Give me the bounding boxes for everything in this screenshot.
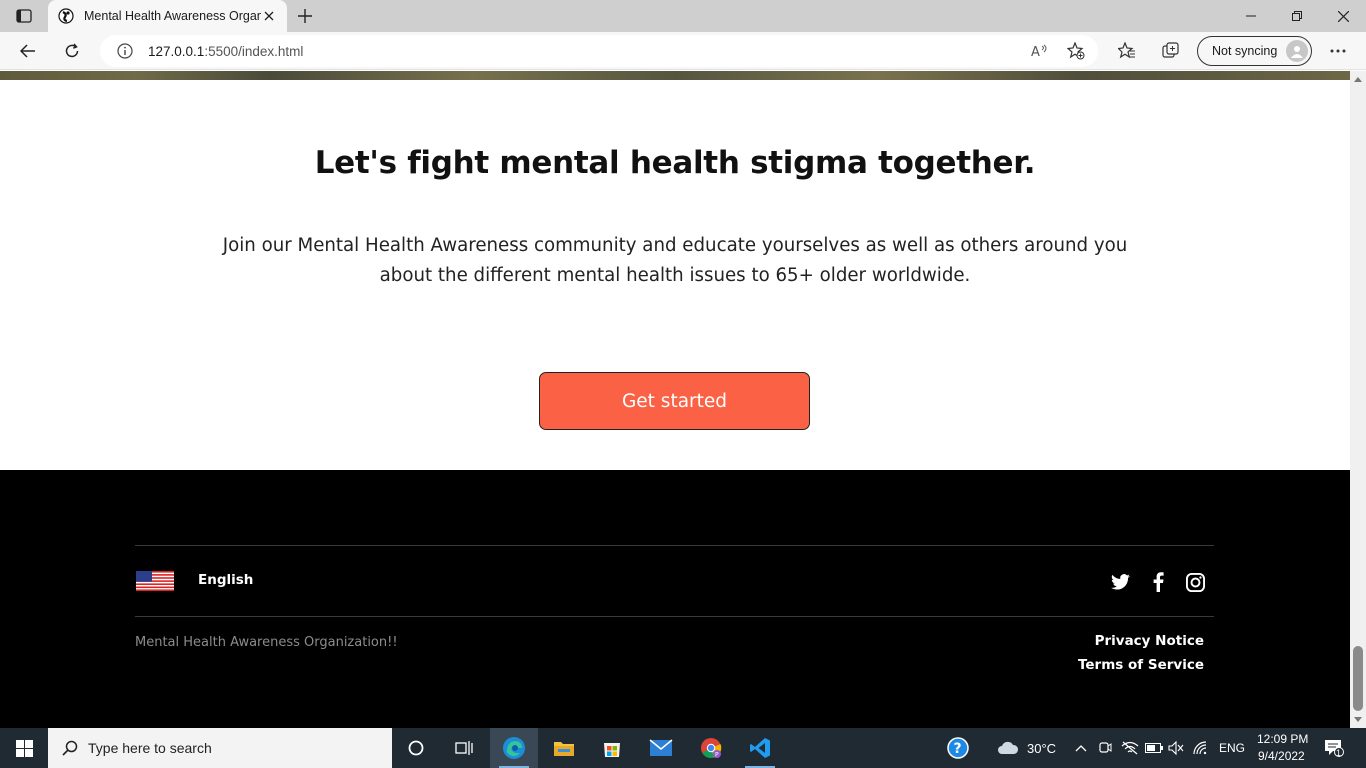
page-scrollbar[interactable]: [1350, 71, 1366, 728]
windows-start-icon[interactable]: [0, 728, 48, 768]
terms-of-service-link[interactable]: Terms of Service: [1078, 657, 1204, 673]
organization-name: Mental Health Awareness Organization!!: [135, 635, 398, 650]
task-view-icon[interactable]: [440, 728, 488, 768]
favorites-icon[interactable]: [1117, 41, 1137, 61]
weather-cloud-icon[interactable]: [997, 740, 1019, 756]
mail-icon[interactable]: [637, 728, 685, 768]
svg-text:P: P: [715, 752, 719, 759]
scroll-down-icon[interactable]: [1354, 716, 1362, 724]
site-info-icon[interactable]: [116, 42, 134, 60]
notification-count: 1: [1336, 748, 1342, 758]
battery-icon[interactable]: [1145, 740, 1163, 756]
url-text: 127.0.0.1:5500/index.html: [148, 44, 303, 59]
meet-now-icon[interactable]: [1097, 740, 1113, 756]
site-footer: English Mental Health Awareness Organiza…: [0, 470, 1350, 728]
add-favorite-icon[interactable]: [1066, 41, 1086, 61]
browser-nav-bar: 127.0.0.1:5500/index.html A Not syncing: [0, 32, 1366, 70]
footer-divider: [135, 545, 1214, 546]
hero-image-edge: [0, 71, 1350, 80]
cta-heading: Let's fight mental health stigma togethe…: [314, 145, 1036, 181]
url-host: 127.0.0.1: [148, 43, 205, 59]
microsoft-store-icon[interactable]: [588, 728, 636, 768]
footer-divider: [135, 616, 1214, 617]
tab-actions-icon[interactable]: [10, 6, 38, 26]
chrome-icon[interactable]: P: [687, 728, 735, 768]
svg-text:A: A: [1031, 45, 1040, 59]
scroll-up-icon[interactable]: [1354, 75, 1362, 83]
facebook-icon[interactable]: [1147, 571, 1169, 593]
wifi-icon[interactable]: [1193, 740, 1209, 756]
search-icon: [62, 740, 78, 756]
close-window-icon[interactable]: [1320, 0, 1366, 32]
taskbar-search-box[interactable]: Type here to search: [48, 728, 392, 768]
profile-sync-button[interactable]: Not syncing: [1197, 36, 1312, 66]
weather-temperature[interactable]: 30°C: [1027, 741, 1056, 756]
more-menu-icon[interactable]: [1328, 41, 1348, 61]
volume-muted-icon[interactable]: [1168, 740, 1184, 756]
input-language-indicator[interactable]: ENG: [1219, 741, 1245, 755]
sync-status-label: Not syncing: [1212, 44, 1278, 58]
network-disconnected-icon[interactable]: [1121, 740, 1139, 756]
clock-time[interactable]: 12:09 PM: [1257, 732, 1308, 746]
back-icon[interactable]: [14, 37, 42, 65]
twitter-icon[interactable]: [1109, 571, 1131, 593]
browser-tab[interactable]: Mental Health Awareness Organ: [48, 0, 287, 32]
privacy-notice-link[interactable]: Privacy Notice: [1095, 633, 1204, 649]
collections-icon[interactable]: [1161, 41, 1181, 61]
address-bar[interactable]: 127.0.0.1:5500/index.html A: [100, 35, 1098, 67]
clock-date[interactable]: 9/4/2022: [1258, 749, 1305, 763]
edge-taskbar-icon[interactable]: [490, 728, 538, 768]
chevron-up-icon[interactable]: [1073, 740, 1089, 756]
taskbar-search-placeholder: Type here to search: [88, 740, 212, 756]
cortana-icon[interactable]: [392, 728, 440, 768]
tab-close-icon[interactable]: [261, 8, 277, 24]
scrollbar-thumb[interactable]: [1353, 646, 1363, 711]
minimize-icon[interactable]: [1228, 0, 1274, 32]
browser-tab-bar: Mental Health Awareness Organ: [0, 0, 1366, 32]
restore-icon[interactable]: [1274, 0, 1320, 32]
site-favicon-icon: [58, 8, 74, 24]
us-flag-icon[interactable]: [136, 571, 174, 591]
new-tab-button[interactable]: [293, 5, 317, 27]
refresh-icon[interactable]: [58, 37, 86, 65]
help-icon[interactable]: ?: [934, 728, 982, 768]
get-started-button[interactable]: Get started: [539, 372, 810, 430]
language-selector[interactable]: English: [198, 572, 253, 588]
profile-avatar-icon: [1286, 40, 1308, 62]
windows-taskbar: Type here to search P ? 30°C ENG 12:09 P…: [0, 728, 1366, 768]
url-path: :5500/index.html: [204, 43, 304, 59]
tab-title: Mental Health Awareness Organ: [84, 9, 262, 23]
instagram-icon[interactable]: [1184, 571, 1206, 593]
cta-description: Join our Mental Health Awareness communi…: [222, 235, 1128, 286]
svg-text:?: ?: [954, 741, 962, 757]
read-aloud-icon[interactable]: A: [1030, 41, 1050, 61]
vscode-icon[interactable]: [736, 728, 784, 768]
file-explorer-icon[interactable]: [540, 728, 588, 768]
page-viewport: Let's fight mental health stigma togethe…: [0, 71, 1350, 728]
